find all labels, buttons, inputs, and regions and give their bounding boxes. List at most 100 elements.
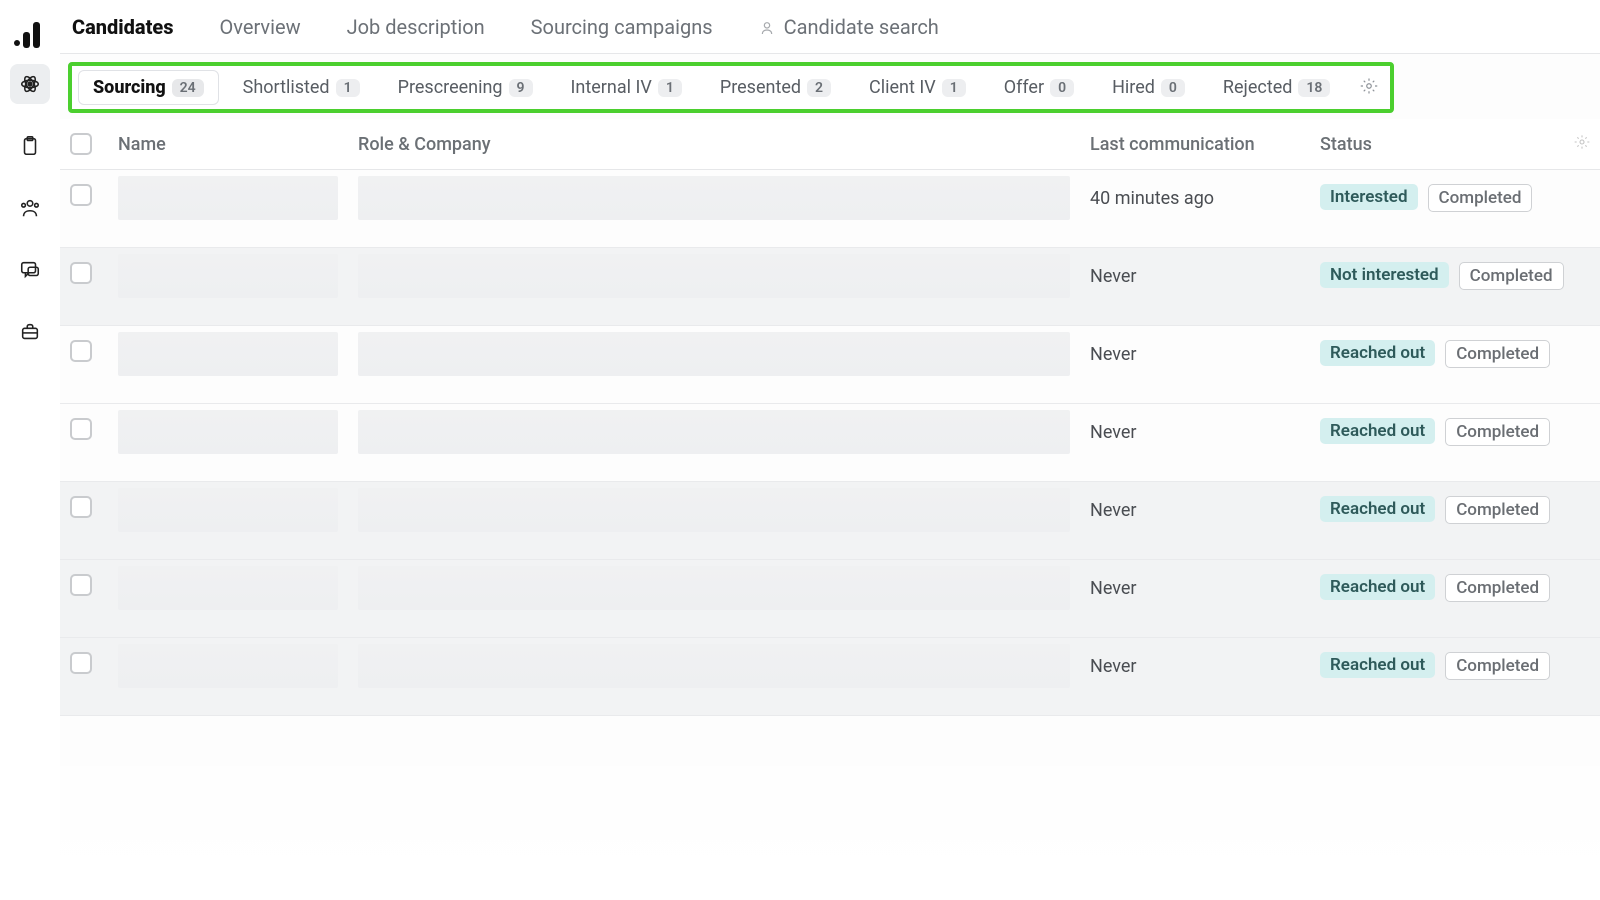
stage-count: 2 bbox=[807, 79, 831, 97]
tab-candidate-search-label: Candidate search bbox=[784, 15, 939, 39]
name-redacted bbox=[118, 410, 338, 454]
last-communication: Never bbox=[1090, 248, 1300, 287]
rail-item-briefcase[interactable] bbox=[10, 312, 50, 352]
stage-count: 0 bbox=[1161, 79, 1185, 97]
col-header-role[interactable]: Role & Company bbox=[348, 119, 1080, 170]
atom-icon bbox=[19, 73, 41, 95]
stage-shortlisted[interactable]: Shortlisted 1 bbox=[229, 71, 374, 104]
stage-label: Prescreening bbox=[398, 77, 503, 98]
table-row[interactable]: Never Reached out Completed bbox=[60, 482, 1600, 560]
person-icon bbox=[759, 15, 780, 39]
status-badge-secondary: Completed bbox=[1428, 184, 1533, 212]
role-redacted bbox=[358, 566, 1070, 610]
rail-item-messages[interactable] bbox=[10, 250, 50, 290]
row-checkbox[interactable] bbox=[70, 262, 92, 284]
row-checkbox[interactable] bbox=[70, 652, 92, 674]
app-root: Candidates Overview Job description Sour… bbox=[0, 0, 1600, 900]
stage-label: Shortlisted bbox=[243, 77, 330, 98]
tab-job-description[interactable]: Job description bbox=[341, 11, 491, 43]
stage-label: Presented bbox=[720, 77, 801, 98]
role-redacted bbox=[358, 332, 1070, 376]
gear-icon bbox=[1360, 77, 1378, 95]
candidate-table: Name Role & Company Last communication S… bbox=[60, 119, 1600, 716]
rail-item-clipboard[interactable] bbox=[10, 126, 50, 166]
row-checkbox[interactable] bbox=[70, 340, 92, 362]
brand-logo bbox=[14, 18, 44, 48]
tab-overview[interactable]: Overview bbox=[214, 11, 307, 43]
col-header-status[interactable]: Status bbox=[1310, 119, 1600, 170]
last-communication: 40 minutes ago bbox=[1090, 170, 1300, 209]
stage-offer[interactable]: Offer 0 bbox=[990, 71, 1088, 104]
name-redacted bbox=[118, 254, 338, 298]
status-badge-primary: Reached out bbox=[1320, 652, 1435, 678]
stage-bar: Sourcing 24 Shortlisted 1 Prescreening 9… bbox=[68, 62, 1394, 113]
status-badge-primary: Reached out bbox=[1320, 418, 1435, 444]
table-row[interactable]: Never Reached out Completed bbox=[60, 638, 1600, 716]
name-redacted bbox=[118, 332, 338, 376]
stage-count: 1 bbox=[942, 79, 966, 97]
table-row[interactable]: Never Reached out Completed bbox=[60, 404, 1600, 482]
name-redacted bbox=[118, 644, 338, 688]
status-badge-secondary: Completed bbox=[1445, 652, 1550, 680]
rail-item-pipeline[interactable] bbox=[10, 64, 50, 104]
status-badge-primary: Reached out bbox=[1320, 496, 1435, 522]
row-checkbox[interactable] bbox=[70, 496, 92, 518]
col-header-name[interactable]: Name bbox=[108, 119, 348, 170]
status-badge-secondary: Completed bbox=[1445, 340, 1550, 368]
status-badge-primary: Not interested bbox=[1320, 262, 1449, 288]
stage-prescreening[interactable]: Prescreening 9 bbox=[384, 71, 547, 104]
table-row[interactable]: Never Reached out Completed bbox=[60, 560, 1600, 638]
status-badge-primary: Reached out bbox=[1320, 574, 1435, 600]
table-row[interactable]: 40 minutes ago Interested Completed bbox=[60, 170, 1600, 248]
stage-count: 0 bbox=[1050, 79, 1074, 97]
role-redacted bbox=[358, 488, 1070, 532]
stage-label: Internal IV bbox=[571, 77, 652, 98]
stage-count: 1 bbox=[336, 79, 360, 97]
candidate-table-wrap: Name Role & Company Last communication S… bbox=[60, 119, 1600, 900]
stage-hired[interactable]: Hired 0 bbox=[1098, 71, 1199, 104]
last-communication: Never bbox=[1090, 482, 1300, 521]
row-checkbox[interactable] bbox=[70, 574, 92, 596]
status-badge-primary: Interested bbox=[1320, 184, 1418, 210]
stage-label: Sourcing bbox=[93, 77, 166, 98]
status-badge-secondary: Completed bbox=[1445, 496, 1550, 524]
clipboard-icon bbox=[19, 135, 41, 157]
table-row[interactable]: Never Not interested Completed bbox=[60, 248, 1600, 326]
select-all-checkbox[interactable] bbox=[70, 133, 92, 155]
status-badge-secondary: Completed bbox=[1459, 262, 1564, 290]
briefcase-icon bbox=[19, 321, 41, 343]
col-header-status-label: Status bbox=[1320, 134, 1372, 155]
top-nav: Candidates Overview Job description Sour… bbox=[60, 0, 1600, 54]
people-icon bbox=[19, 197, 41, 219]
stage-presented[interactable]: Presented 2 bbox=[706, 71, 845, 104]
table-header-row: Name Role & Company Last communication S… bbox=[60, 119, 1600, 170]
gear-icon bbox=[1574, 134, 1590, 150]
stage-internal-iv[interactable]: Internal IV 1 bbox=[557, 71, 696, 104]
rail-item-people[interactable] bbox=[10, 188, 50, 228]
name-redacted bbox=[118, 566, 338, 610]
stage-count: 1 bbox=[658, 79, 682, 97]
status-badge-primary: Reached out bbox=[1320, 340, 1435, 366]
tab-candidate-search[interactable]: Candidate search bbox=[753, 11, 945, 43]
status-badge-secondary: Completed bbox=[1445, 418, 1550, 446]
stage-sourcing[interactable]: Sourcing 24 bbox=[78, 70, 219, 105]
stage-count: 9 bbox=[509, 79, 533, 97]
stage-rejected[interactable]: Rejected 18 bbox=[1209, 71, 1345, 104]
col-header-last[interactable]: Last communication bbox=[1080, 119, 1310, 170]
row-checkbox[interactable] bbox=[70, 184, 92, 206]
role-redacted bbox=[358, 410, 1070, 454]
tab-candidates[interactable]: Candidates bbox=[66, 11, 180, 43]
columns-settings-button[interactable] bbox=[1574, 134, 1590, 155]
stage-label: Rejected bbox=[1223, 77, 1293, 98]
status-badge-secondary: Completed bbox=[1445, 574, 1550, 602]
bottom-fade bbox=[60, 730, 1600, 900]
table-row[interactable]: Never Reached out Completed bbox=[60, 326, 1600, 404]
stage-client-iv[interactable]: Client IV 1 bbox=[855, 71, 980, 104]
last-communication: Never bbox=[1090, 404, 1300, 443]
last-communication: Never bbox=[1090, 560, 1300, 599]
tab-sourcing-campaigns[interactable]: Sourcing campaigns bbox=[525, 11, 719, 43]
row-checkbox[interactable] bbox=[70, 418, 92, 440]
role-redacted bbox=[358, 644, 1070, 688]
stage-label: Hired bbox=[1112, 77, 1155, 98]
stage-settings-button[interactable] bbox=[1354, 71, 1384, 105]
